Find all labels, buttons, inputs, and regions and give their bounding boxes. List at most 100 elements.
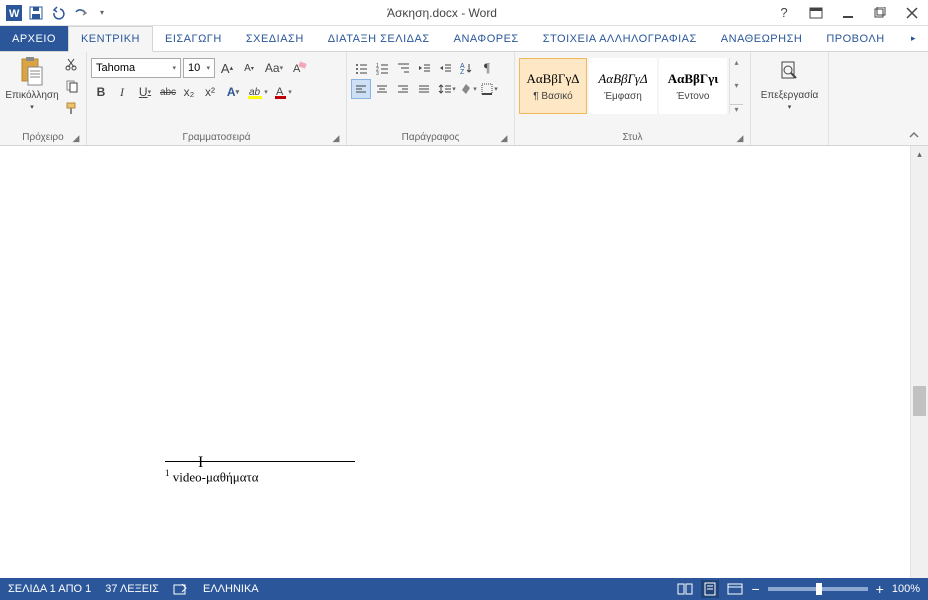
tab-overflow-icon[interactable]: ▸ — [899, 26, 928, 51]
borders-icon[interactable]: ▾ — [477, 79, 501, 99]
web-layout-icon[interactable] — [727, 582, 743, 596]
title-bar: W ▾ Άσκηση.docx - Word ? — [0, 0, 928, 26]
subscript-button[interactable]: x₂ — [179, 82, 199, 102]
cut-icon[interactable] — [62, 54, 82, 74]
shrink-font-icon[interactable]: A▾ — [239, 58, 259, 78]
zoom-out-button[interactable]: − — [751, 581, 759, 597]
zoom-level[interactable]: 100% — [892, 583, 920, 595]
read-mode-icon[interactable] — [677, 582, 693, 596]
style-sample-normal: ΑαΒβΓγΔ — [526, 71, 579, 87]
bullets-icon[interactable] — [351, 58, 371, 78]
copy-icon[interactable] — [62, 76, 82, 96]
paste-icon — [16, 56, 48, 88]
editing-button[interactable]: Επεξεργασία▾ — [755, 54, 824, 112]
status-language[interactable]: ΕΛΛΗΝΙΚΑ — [203, 583, 259, 595]
document-page[interactable]: I 1 video-μαθήματα — [40, 146, 890, 578]
group-styles-label: Στυλ — [622, 132, 642, 143]
footnote-separator — [165, 461, 355, 462]
status-bar: ΣΕΛΙΔΑ 1 ΑΠΟ 1 37 ΛΕΞΕΙΣ ΕΛΛΗΝΙΚΑ − + 10… — [0, 578, 928, 600]
paragraph-dialog-launcher-icon[interactable]: ◢ — [498, 132, 510, 144]
vertical-scrollbar[interactable]: ▴ — [910, 146, 928, 578]
svg-text:W: W — [9, 8, 20, 20]
zoom-in-button[interactable]: + — [876, 581, 884, 597]
text-effects-icon[interactable]: A▾ — [221, 82, 245, 102]
tab-references[interactable]: ΑΝΑΦΟΡΕΣ — [442, 26, 531, 51]
clear-formatting-icon[interactable]: A — [289, 58, 309, 78]
tab-home[interactable]: ΚΕΝΤΡΙΚΗ — [68, 26, 153, 52]
tab-mailings[interactable]: ΣΤΟΙΧΕΙΑ ΑΛΛΗΛΟΓΡΑΦΙΑΣ — [531, 26, 709, 51]
window-controls: ? — [772, 3, 924, 23]
tab-view[interactable]: ΠΡΟΒΟΛΗ — [814, 26, 896, 51]
tab-insert[interactable]: ΕΙΣΑΓΩΓΗ — [153, 26, 234, 51]
tab-layout[interactable]: ΔΙΑΤΑΞΗ ΣΕΛΙΔΑΣ — [316, 26, 442, 51]
numbering-icon[interactable]: 123 — [372, 58, 392, 78]
grow-font-icon[interactable]: A▴ — [217, 58, 237, 78]
scroll-thumb[interactable] — [913, 386, 926, 416]
underline-button[interactable]: U▾ — [133, 82, 157, 102]
styles-dialog-launcher-icon[interactable]: ◢ — [734, 132, 746, 144]
svg-text:Z: Z — [460, 69, 465, 75]
ribbon-tabs: ΑΡΧΕΙΟ ΚΕΝΤΡΙΚΗ ΕΙΣΑΓΩΓΗ ΣΧΕΔΙΑΣΗ ΔΙΑΤΑΞ… — [0, 26, 928, 52]
group-clipboard-label: Πρόχειρο — [22, 132, 63, 143]
status-page[interactable]: ΣΕΛΙΔΑ 1 ΑΠΟ 1 — [8, 583, 91, 595]
clipboard-dialog-launcher-icon[interactable]: ◢ — [70, 132, 82, 144]
decrease-indent-icon[interactable] — [414, 58, 434, 78]
group-font: Tahoma▾ 10▾ A▴ A▾ Aa▾ A B I U▾ abc x₂ x²… — [87, 52, 347, 145]
font-name-combo[interactable]: Tahoma▾ — [91, 58, 181, 78]
increase-indent-icon[interactable] — [435, 58, 455, 78]
quick-access-toolbar: W ▾ — [4, 3, 112, 23]
font-color-icon[interactable]: A▾ — [271, 82, 295, 102]
window-title: Άσκηση.docx - Word — [112, 6, 772, 20]
zoom-slider[interactable] — [768, 587, 868, 591]
align-center-icon[interactable] — [372, 79, 392, 99]
collapse-ribbon-icon[interactable] — [906, 127, 922, 143]
close-icon[interactable] — [900, 3, 924, 23]
change-case-icon[interactable]: Aa▾ — [261, 58, 287, 78]
status-word-count[interactable]: 37 ΛΕΞΕΙΣ — [105, 583, 159, 595]
svg-text:3: 3 — [376, 71, 379, 75]
align-right-icon[interactable] — [393, 79, 413, 99]
highlight-icon[interactable]: ab▾ — [246, 82, 270, 102]
zoom-slider-thumb[interactable] — [816, 583, 822, 595]
undo-icon[interactable] — [48, 3, 68, 23]
bold-button[interactable]: B — [91, 82, 111, 102]
superscript-button[interactable]: x² — [200, 82, 220, 102]
scroll-up-icon[interactable]: ▴ — [911, 146, 928, 162]
format-painter-icon[interactable] — [62, 98, 82, 118]
tab-design[interactable]: ΣΧΕΔΙΑΣΗ — [234, 26, 316, 51]
document-area[interactable]: I 1 video-μαθήματα — [0, 146, 928, 578]
ribbon: Επικόλληση▾ Πρόχειρο ◢ Tahoma▾ — [0, 52, 928, 146]
ribbon-display-icon[interactable] — [804, 3, 828, 23]
help-icon[interactable]: ? — [772, 3, 796, 23]
italic-button[interactable]: I — [112, 82, 132, 102]
style-emphasis[interactable]: ΑαΒβΓγΔ Έμφαση — [589, 58, 657, 114]
multilevel-list-icon[interactable] — [393, 58, 413, 78]
minimize-icon[interactable] — [836, 3, 860, 23]
styles-more-icon[interactable]: ▴▾▾ — [729, 58, 743, 114]
redo-icon[interactable] — [70, 3, 90, 23]
maximize-icon[interactable] — [868, 3, 892, 23]
strikethrough-button[interactable]: abc — [158, 82, 178, 102]
font-size-combo[interactable]: 10▾ — [183, 58, 215, 78]
justify-icon[interactable] — [414, 79, 434, 99]
font-dialog-launcher-icon[interactable]: ◢ — [330, 132, 342, 144]
align-left-icon[interactable] — [351, 79, 371, 99]
sort-icon[interactable]: AZ — [456, 58, 476, 78]
style-normal[interactable]: ΑαΒβΓγΔ ¶ Βασικό — [519, 58, 587, 114]
footnote-text[interactable]: 1 video-μαθήματα — [165, 468, 355, 485]
show-marks-icon[interactable]: ¶ — [477, 58, 497, 78]
footnote-block: 1 video-μαθήματα — [165, 461, 355, 485]
save-icon[interactable] — [26, 3, 46, 23]
print-layout-icon[interactable] — [701, 580, 719, 598]
proofing-icon[interactable] — [173, 582, 189, 596]
qat-customize-icon[interactable]: ▾ — [92, 3, 112, 23]
tab-file[interactable]: ΑΡΧΕΙΟ — [0, 26, 68, 51]
style-name-normal: ¶ Βασικό — [533, 91, 572, 102]
group-clipboard: Επικόλληση▾ Πρόχειρο ◢ — [0, 52, 87, 145]
style-sample-strong: ΑαΒβΓγι — [668, 71, 719, 87]
paste-button[interactable]: Επικόλληση▾ — [4, 54, 60, 112]
style-strong[interactable]: ΑαΒβΓγι Έντονο — [659, 58, 727, 114]
tab-review[interactable]: ΑΝΑΘΕΩΡΗΣΗ — [709, 26, 815, 51]
style-name-strong: Έντονο — [677, 91, 710, 102]
word-app-icon[interactable]: W — [4, 3, 24, 23]
